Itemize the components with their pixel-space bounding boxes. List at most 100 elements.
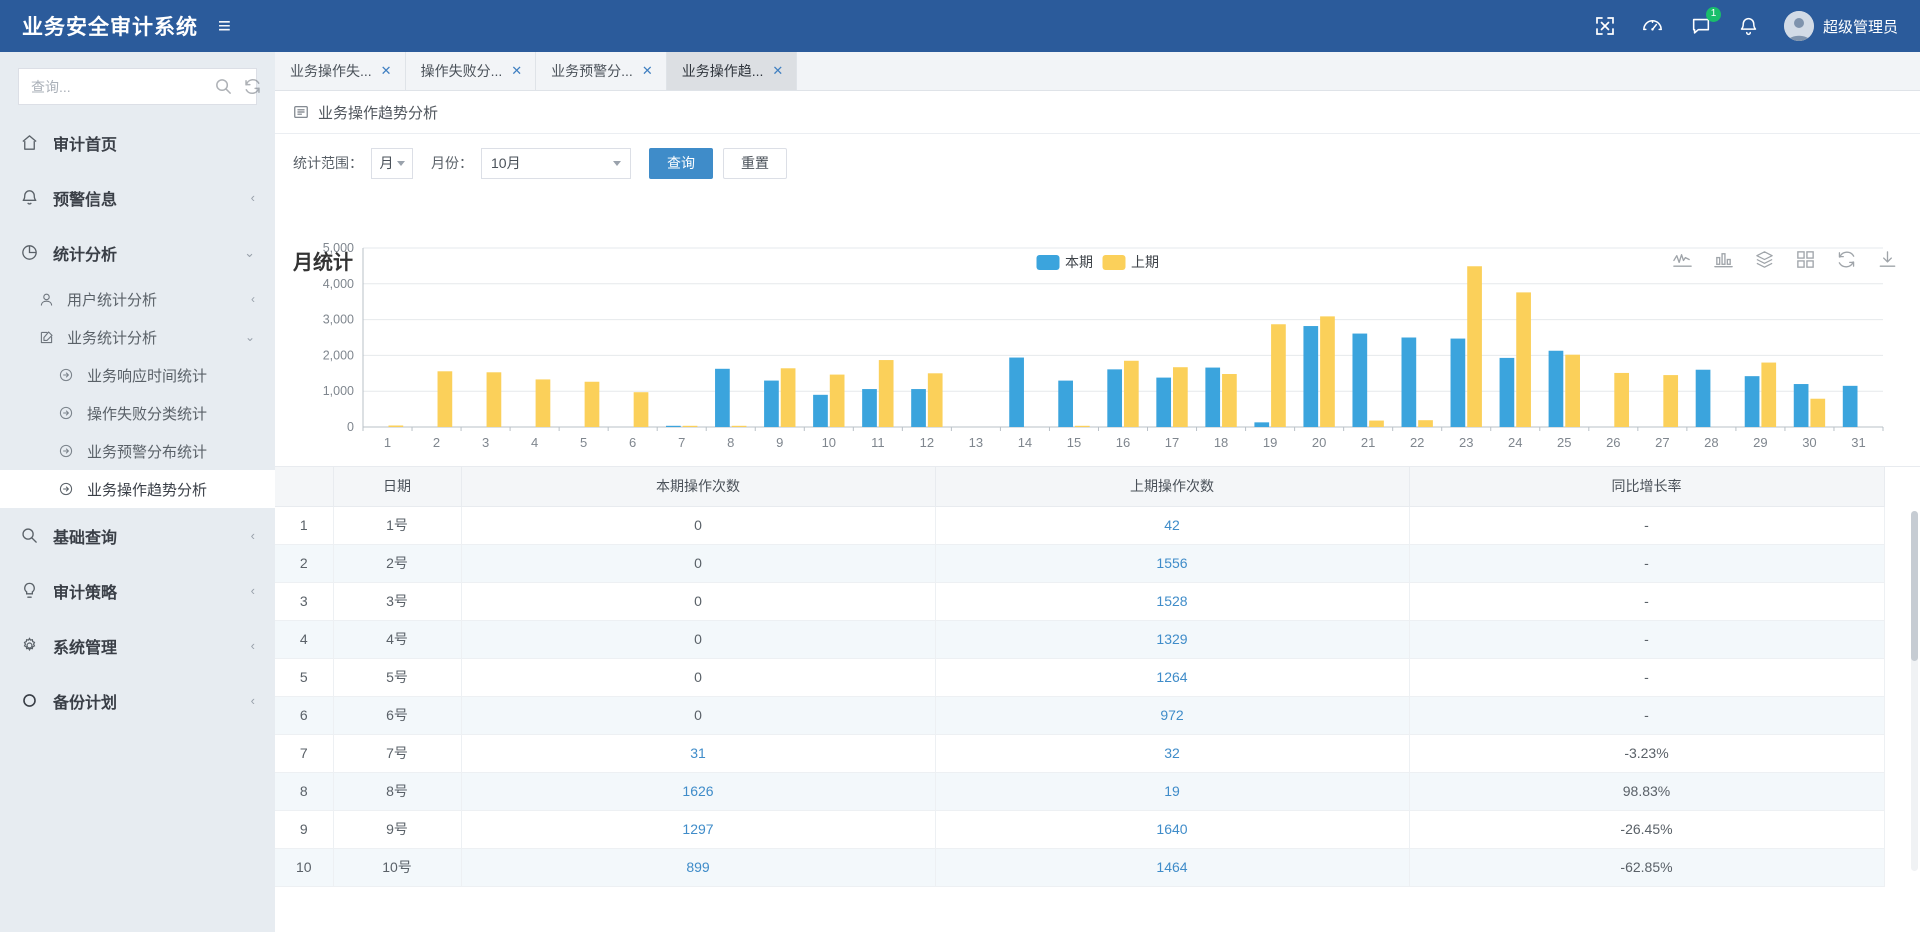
bar-previous[interactable] [731, 425, 747, 427]
bar-current[interactable] [862, 389, 877, 427]
sidebar-leaf-alert-distribution[interactable]: 业务预警分布统计 [0, 432, 275, 470]
bar-previous[interactable] [633, 392, 649, 427]
bar-previous[interactable] [1663, 375, 1679, 427]
bar-current[interactable] [1205, 367, 1221, 427]
bell-icon[interactable] [1736, 13, 1762, 39]
close-icon[interactable]: ✕ [642, 63, 653, 79]
bar-previous[interactable] [1467, 266, 1482, 427]
search-input[interactable] [29, 77, 214, 96]
bar-current[interactable] [1009, 357, 1024, 427]
bar-previous[interactable] [388, 425, 404, 427]
user-menu[interactable]: 超级管理员 [1783, 11, 1898, 41]
table-row[interactable]: 2 2号 0 1556- [275, 544, 1885, 583]
table-row[interactable]: 9 9号 1297 1640 -26.45% [275, 810, 1885, 849]
bar-current[interactable] [715, 368, 730, 427]
bar-previous[interactable] [437, 371, 453, 427]
bar-previous[interactable] [1369, 420, 1384, 427]
bar-previous[interactable] [1074, 425, 1090, 427]
dashboard-icon[interactable] [1640, 13, 1666, 39]
bar-current[interactable] [911, 389, 926, 427]
bar-previous[interactable] [878, 360, 894, 427]
bar-current[interactable] [764, 380, 779, 427]
bar-current[interactable] [1058, 380, 1073, 427]
bar-previous[interactable] [1418, 420, 1433, 427]
menu-toggle-icon[interactable]: ≡ [218, 15, 231, 37]
sidebar-leaf-operation-trend[interactable]: 业务操作趋势分析 [0, 470, 275, 508]
table-row[interactable]: 3 3号 0 1528- [275, 582, 1885, 621]
bar-previous[interactable] [1271, 324, 1286, 427]
sidebar-subitem-user-statistics[interactable]: 用户统计分析 ‹ [0, 280, 275, 318]
bar-current[interactable] [1842, 385, 1858, 427]
sidebar-item-audit-policy[interactable]: 审计策略 ‹ [0, 563, 275, 618]
x-axis-tick-label: 28 [1704, 435, 1718, 450]
bar-previous[interactable] [1222, 374, 1237, 427]
bar-previous[interactable] [1565, 354, 1580, 427]
tab-business-alert-distribution[interactable]: 业务预警分... ✕ [536, 52, 667, 90]
table-row[interactable]: 7 7号 31 32 -3.23% [275, 734, 1885, 773]
bar-previous[interactable] [1123, 360, 1139, 427]
reset-button[interactable]: 重置 [723, 147, 787, 179]
table-scrollbar[interactable] [1911, 511, 1918, 871]
bar-previous[interactable] [1810, 398, 1826, 427]
table-row[interactable]: 1 1号 0 42- [275, 506, 1885, 545]
bar-current[interactable] [1548, 350, 1564, 427]
bar-previous[interactable] [927, 373, 943, 427]
sidebar-item-backup-plan[interactable]: 备份计划 ‹ [0, 673, 275, 728]
bar-current[interactable] [1744, 376, 1760, 427]
bar-current[interactable] [666, 425, 681, 427]
sidebar-item-system-management[interactable]: 系统管理 ‹ [0, 618, 275, 673]
bar-previous[interactable] [780, 368, 796, 427]
tab-business-operation-failure[interactable]: 业务操作失... ✕ [275, 52, 406, 90]
circle-icon [20, 691, 42, 710]
bar-previous[interactable] [1173, 367, 1188, 427]
search-icon[interactable] [214, 77, 234, 97]
close-icon[interactable]: ✕ [381, 63, 392, 79]
sidebar-item-alert-info[interactable]: 预警信息 ‹ [0, 170, 275, 225]
bar-previous[interactable] [829, 374, 845, 427]
bar-current[interactable] [1254, 422, 1270, 427]
table-row[interactable]: 4 4号 0 1329- [275, 620, 1885, 659]
bar-previous[interactable] [584, 381, 600, 427]
fullscreen-icon[interactable] [1592, 13, 1618, 39]
bar-previous[interactable] [1614, 372, 1630, 427]
bar-previous[interactable] [1320, 316, 1335, 427]
bar-current[interactable] [1401, 337, 1417, 428]
bar-current[interactable] [813, 394, 828, 427]
tab-business-operation-trend[interactable]: 业务操作趋... ✕ [666, 52, 798, 90]
bar-current[interactable] [1352, 333, 1368, 427]
bar-previous[interactable] [682, 425, 698, 427]
scope-select[interactable]: 月 [371, 147, 413, 179]
sidebar-search[interactable] [18, 68, 260, 105]
message-icon[interactable]: 1 [1688, 7, 1721, 39]
sidebar-item-label: 备份计划 [53, 694, 118, 712]
bar-previous[interactable] [535, 379, 551, 427]
bar-current[interactable] [1156, 377, 1172, 427]
scrollbar-thumb[interactable] [1911, 511, 1918, 661]
close-icon[interactable]: ✕ [772, 63, 783, 79]
sidebar-item-statistics[interactable]: 统计分析 ⌄ [0, 225, 275, 280]
bar-current[interactable] [1793, 384, 1809, 427]
month-select[interactable]: 10月 [481, 147, 631, 179]
sidebar-item-basic-query[interactable]: 基础查询 ‹ [0, 508, 275, 563]
bar-previous[interactable] [486, 372, 502, 427]
bar-previous[interactable] [1761, 362, 1777, 427]
table-row[interactable]: 5 5号 0 1264- [275, 658, 1885, 697]
table-row[interactable]: 6 6号 0 972- [275, 696, 1885, 735]
table-row[interactable]: 8 8号 1626 19 98.83% [275, 772, 1885, 811]
bar-current[interactable] [1107, 369, 1123, 427]
sidebar-leaf-failure-classify[interactable]: 操作失败分类统计 [0, 394, 275, 432]
sidebar-item-audit-home[interactable]: 审计首页 [0, 115, 275, 170]
tab-operation-failure-classify[interactable]: 操作失败分... ✕ [405, 52, 537, 90]
table-row[interactable]: 10 10号 899 1464 -62.85% [275, 848, 1885, 887]
refresh-icon[interactable] [243, 77, 263, 97]
bar-previous[interactable] [1516, 292, 1531, 427]
bar-current[interactable] [1303, 326, 1319, 427]
bar-current[interactable] [1450, 338, 1466, 427]
cell-previous-count: 1528 [935, 582, 1410, 621]
bar-current[interactable] [1695, 369, 1711, 427]
sidebar-subitem-business-statistics[interactable]: 业务统计分析 ⌄ [0, 318, 275, 356]
sidebar-leaf-response-time[interactable]: 业务响应时间统计 [0, 356, 275, 394]
query-button[interactable]: 查询 [649, 147, 713, 179]
bar-current[interactable] [1499, 357, 1515, 427]
close-icon[interactable]: ✕ [511, 63, 522, 79]
